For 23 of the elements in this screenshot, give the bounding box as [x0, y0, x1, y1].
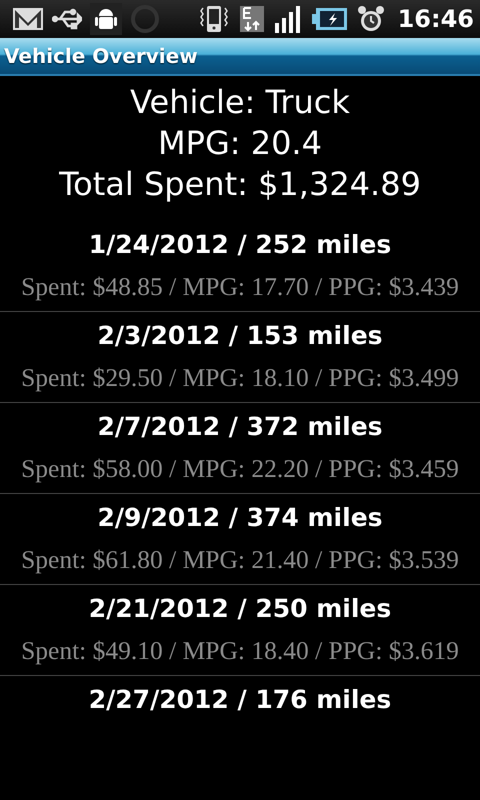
entry-title: 2/3/2012 / 153 miles	[97, 320, 383, 352]
entry-title: 2/9/2012 / 374 miles	[97, 502, 383, 534]
summary-line: MPG: 20.4	[158, 123, 322, 164]
entry-detail: Spent: $61.80 / MPG: 21.40 / PPG: $3.539	[21, 544, 459, 576]
data-icon	[238, 4, 266, 34]
entry-detail: Spent: $48.85 / MPG: 17.70 / PPG: $3.439	[21, 271, 459, 303]
android-icon	[90, 3, 122, 35]
mail-icon	[12, 6, 44, 32]
battery-charging-icon	[312, 6, 348, 32]
vibrate-icon	[198, 4, 230, 34]
entry-title: 2/27/2012 / 176 miles	[88, 684, 392, 716]
summary-line: Vehicle: Truck	[130, 82, 350, 123]
window-title: Vehicle Overview	[4, 44, 198, 68]
alarm-clock-icon	[356, 4, 386, 34]
entry-title: 2/7/2012 / 372 miles	[97, 411, 383, 443]
summary-line: Total Spent: $1,324.89	[59, 164, 421, 205]
entry-detail: Spent: $49.10 / MPG: 18.40 / PPG: $3.619	[21, 635, 459, 667]
entry-detail: Spent: $58.00 / MPG: 22.20 / PPG: $3.459	[21, 453, 459, 485]
usb-icon	[52, 8, 82, 30]
status-time: 16:46	[398, 5, 474, 33]
entry-title: 1/24/2012 / 252 miles	[88, 229, 392, 261]
entry-title: 2/21/2012 / 250 miles	[88, 593, 392, 625]
entry-detail: Spent: $29.50 / MPG: 18.10 / PPG: $3.499	[21, 362, 459, 394]
